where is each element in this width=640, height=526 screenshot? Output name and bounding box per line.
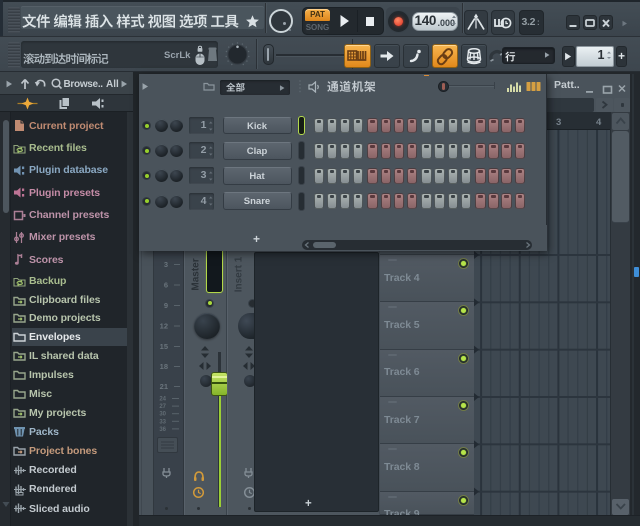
svg-text:36: 36 — [159, 427, 166, 433]
svg-text:18: 18 — [160, 362, 168, 371]
svg-text:9: 9 — [164, 301, 168, 310]
svg-text:21: 21 — [160, 382, 168, 391]
svg-text:33: 33 — [159, 419, 166, 425]
svg-text:27: 27 — [159, 404, 166, 410]
svg-text:30: 30 — [159, 412, 166, 418]
svg-text:3: 3 — [164, 260, 168, 269]
svg-text:6: 6 — [164, 281, 168, 290]
svg-text:12: 12 — [160, 322, 168, 331]
svg-text:15: 15 — [160, 342, 168, 351]
svg-text:24: 24 — [159, 397, 166, 403]
